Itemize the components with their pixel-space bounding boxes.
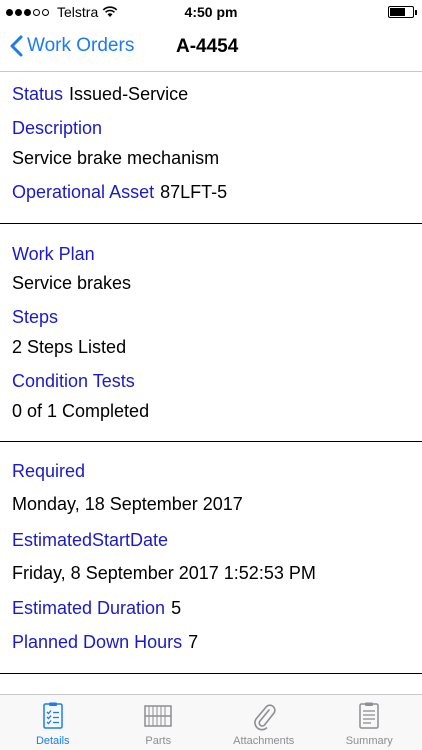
estimated-duration-label: Estimated Duration xyxy=(12,598,166,618)
paperclip-icon xyxy=(253,704,276,731)
checklist-icon xyxy=(43,702,63,729)
steps-label[interactable]: Steps xyxy=(12,307,58,328)
required-value: Monday, 18 September 2017 xyxy=(12,494,243,514)
estimated-start-value: Friday, 8 September 2017 1:52:53 PM xyxy=(12,563,316,583)
planned-down-hours-value: 7 xyxy=(188,632,199,652)
page-title: A-4454 xyxy=(176,36,239,57)
condition-tests-label[interactable]: Condition Tests xyxy=(12,371,135,392)
planned-down-hours-label: Planned Down Hours xyxy=(12,632,183,652)
tab-bar: Details Parts Attachments Summary xyxy=(0,694,422,750)
estimated-duration-row: Estimated Duration 5 xyxy=(12,598,181,619)
work-plan-value: Service brakes xyxy=(12,273,132,293)
general-section: Status Issued-Service Description Servic… xyxy=(0,73,422,224)
navigation-bar: Work Orders A-4454 xyxy=(0,24,422,72)
tab-attachments[interactable]: Attachments xyxy=(211,695,317,750)
planned-down-hours-row: Planned Down Hours 7 xyxy=(12,632,198,653)
status-label: Status xyxy=(12,84,64,104)
required-label: Required xyxy=(12,461,86,481)
tab-parts-label: Parts xyxy=(145,735,172,747)
estimated-start-label: EstimatedStartDate xyxy=(12,530,169,550)
tab-attachments-label: Attachments xyxy=(233,735,295,747)
status-bar: Telstra 4:50 pm xyxy=(0,0,422,24)
tab-details[interactable]: Details xyxy=(0,695,106,750)
steps-value: 2 Steps Listed xyxy=(12,337,127,357)
work-plan-label: Work Plan xyxy=(12,244,95,264)
description-value: Service brake mechanism xyxy=(12,148,220,168)
operational-asset-row: Operational Asset 87LFT-5 xyxy=(12,182,227,203)
work-plan-section: Work Plan Service brakes Steps 2 Steps L… xyxy=(0,224,422,442)
details-content: Status Issued-Service Description Servic… xyxy=(0,73,422,674)
tab-summary[interactable]: Summary xyxy=(317,695,422,750)
back-button[interactable]: Work Orders xyxy=(10,35,134,57)
tab-parts[interactable]: Parts xyxy=(106,695,212,750)
description-label: Description xyxy=(12,118,103,138)
condition-tests-value: 0 of 1 Completed xyxy=(12,401,150,421)
tab-summary-label: Summary xyxy=(345,735,393,747)
estimated-duration-value: 5 xyxy=(171,598,182,618)
summary-icon xyxy=(359,702,379,729)
status-row: Status Issued-Service xyxy=(12,84,188,105)
battery-icon xyxy=(388,6,417,18)
schedule-section: Required Monday, 18 September 2017 Estim… xyxy=(0,442,422,674)
status-value: Issued-Service xyxy=(69,84,189,104)
chevron-left-icon xyxy=(10,35,23,57)
operational-asset-value: 87LFT-5 xyxy=(160,182,228,202)
back-button-label: Work Orders xyxy=(27,35,135,56)
status-time: 4:50 pm xyxy=(184,4,238,20)
operational-asset-label: Operational Asset xyxy=(12,182,155,202)
tab-details-label: Details xyxy=(35,735,70,747)
parts-icon xyxy=(144,705,172,727)
